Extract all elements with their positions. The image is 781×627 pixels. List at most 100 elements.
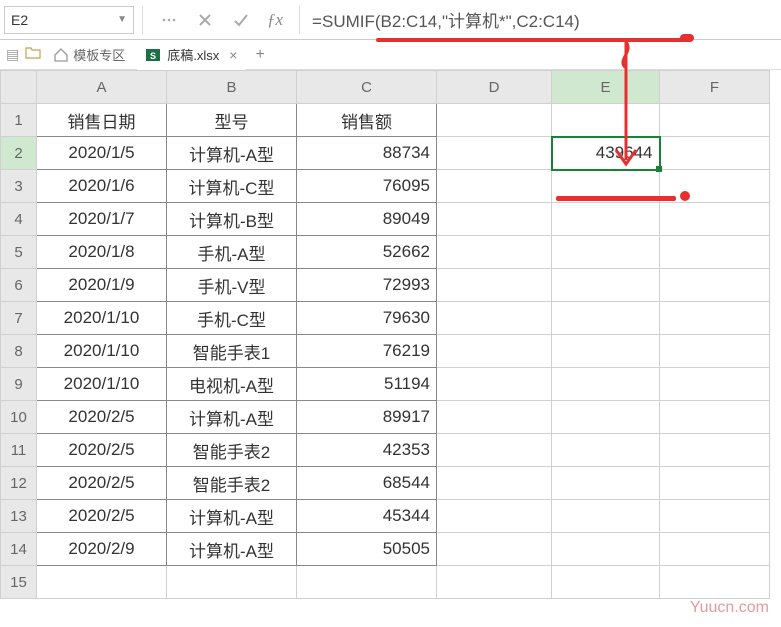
cell-E8[interactable] (552, 335, 660, 368)
cell-B1[interactable]: 型号 (167, 104, 297, 137)
col-header-A[interactable]: A (37, 71, 167, 104)
cell-B14[interactable]: 计算机-A型 (167, 533, 297, 566)
row-header-7[interactable]: 7 (1, 302, 37, 335)
cell-E9[interactable] (552, 368, 660, 401)
cell-D9[interactable] (437, 368, 552, 401)
row-header-8[interactable]: 8 (1, 335, 37, 368)
cell-E6[interactable] (552, 269, 660, 302)
cell-A2[interactable]: 2020/1/5 (37, 137, 167, 170)
row-header-14[interactable]: 14 (1, 533, 37, 566)
name-box[interactable]: E2 ▼ (4, 6, 134, 34)
cell-E14[interactable] (552, 533, 660, 566)
cell-F1[interactable] (660, 104, 770, 137)
cell-A5[interactable]: 2020/1/8 (37, 236, 167, 269)
cell-B7[interactable]: 手机-C型 (167, 302, 297, 335)
cell-C10[interactable]: 89917 (297, 401, 437, 434)
cell-C3[interactable]: 76095 (297, 170, 437, 203)
tab-file[interactable]: S 底稿.xlsx × (137, 40, 245, 70)
cell-E10[interactable] (552, 401, 660, 434)
col-header-B[interactable]: B (167, 71, 297, 104)
cell-A1[interactable]: 销售日期 (37, 104, 167, 137)
grid-table[interactable]: A B C D E F 1 销售日期 型号 销售额 2 2020/1/5 计算机… (0, 70, 770, 599)
row-header-1[interactable]: 1 (1, 104, 37, 137)
cell-B15[interactable] (167, 566, 297, 599)
cell-E15[interactable] (552, 566, 660, 599)
cell-C12[interactable]: 68544 (297, 467, 437, 500)
cell-D11[interactable] (437, 434, 552, 467)
cell-F13[interactable] (660, 500, 770, 533)
cell-A3[interactable]: 2020/1/6 (37, 170, 167, 203)
accept-icon[interactable] (227, 6, 255, 34)
cell-D4[interactable] (437, 203, 552, 236)
cell-F12[interactable] (660, 467, 770, 500)
cell-B11[interactable]: 智能手表2 (167, 434, 297, 467)
cell-A15[interactable] (37, 566, 167, 599)
cell-B3[interactable]: 计算机-C型 (167, 170, 297, 203)
row-header-5[interactable]: 5 (1, 236, 37, 269)
tab-template[interactable]: 模板专区 (47, 45, 131, 64)
row-header-15[interactable]: 15 (1, 566, 37, 599)
fx-icon[interactable]: ƒx (267, 10, 283, 30)
folder-icon[interactable] (25, 46, 41, 63)
cell-B10[interactable]: 计算机-A型 (167, 401, 297, 434)
cell-B12[interactable]: 智能手表2 (167, 467, 297, 500)
cell-F2[interactable] (660, 137, 770, 170)
cell-A7[interactable]: 2020/1/10 (37, 302, 167, 335)
cell-F6[interactable] (660, 269, 770, 302)
formula-input[interactable]: =SUMIF(B2:C14,"计算机*",C2:C14) (308, 6, 777, 34)
cell-A11[interactable]: 2020/2/5 (37, 434, 167, 467)
cell-C11[interactable]: 42353 (297, 434, 437, 467)
row-header-9[interactable]: 9 (1, 368, 37, 401)
cell-E13[interactable] (552, 500, 660, 533)
cancel-icon[interactable] (191, 6, 219, 34)
cell-A4[interactable]: 2020/1/7 (37, 203, 167, 236)
cell-D14[interactable] (437, 533, 552, 566)
cell-D15[interactable] (437, 566, 552, 599)
col-header-D[interactable]: D (437, 71, 552, 104)
row-header-13[interactable]: 13 (1, 500, 37, 533)
select-all-corner[interactable] (1, 71, 37, 104)
cell-E5[interactable] (552, 236, 660, 269)
cell-B6[interactable]: 手机-V型 (167, 269, 297, 302)
cell-A12[interactable]: 2020/2/5 (37, 467, 167, 500)
cell-E7[interactable] (552, 302, 660, 335)
cell-E12[interactable] (552, 467, 660, 500)
cell-D8[interactable] (437, 335, 552, 368)
cell-C1[interactable]: 销售额 (297, 104, 437, 137)
cell-E11[interactable] (552, 434, 660, 467)
cell-F10[interactable] (660, 401, 770, 434)
cell-A8[interactable]: 2020/1/10 (37, 335, 167, 368)
cell-D6[interactable] (437, 269, 552, 302)
cell-C7[interactable]: 79630 (297, 302, 437, 335)
cell-C13[interactable]: 45344 (297, 500, 437, 533)
cell-C9[interactable]: 51194 (297, 368, 437, 401)
cell-A9[interactable]: 2020/1/10 (37, 368, 167, 401)
cell-F14[interactable] (660, 533, 770, 566)
row-header-3[interactable]: 3 (1, 170, 37, 203)
plus-icon[interactable]: + (255, 46, 264, 64)
cell-F9[interactable] (660, 368, 770, 401)
row-header-12[interactable]: 12 (1, 467, 37, 500)
cell-E4[interactable] (552, 203, 660, 236)
cell-C2[interactable]: 88734 (297, 137, 437, 170)
cell-A10[interactable]: 2020/2/5 (37, 401, 167, 434)
cell-D1[interactable] (437, 104, 552, 137)
cell-C5[interactable]: 52662 (297, 236, 437, 269)
row-header-11[interactable]: 11 (1, 434, 37, 467)
row-header-6[interactable]: 6 (1, 269, 37, 302)
row-header-4[interactable]: 4 (1, 203, 37, 236)
cell-C14[interactable]: 50505 (297, 533, 437, 566)
cell-D3[interactable] (437, 170, 552, 203)
cell-B4[interactable]: 计算机-B型 (167, 203, 297, 236)
cell-D7[interactable] (437, 302, 552, 335)
cell-D10[interactable] (437, 401, 552, 434)
cell-B8[interactable]: 智能手表1 (167, 335, 297, 368)
cell-F3[interactable] (660, 170, 770, 203)
cell-F8[interactable] (660, 335, 770, 368)
close-icon[interactable]: × (229, 47, 237, 63)
cell-F15[interactable] (660, 566, 770, 599)
cell-B2[interactable]: 计算机-A型 (167, 137, 297, 170)
row-header-10[interactable]: 10 (1, 401, 37, 434)
cell-F4[interactable] (660, 203, 770, 236)
cell-D2[interactable] (437, 137, 552, 170)
